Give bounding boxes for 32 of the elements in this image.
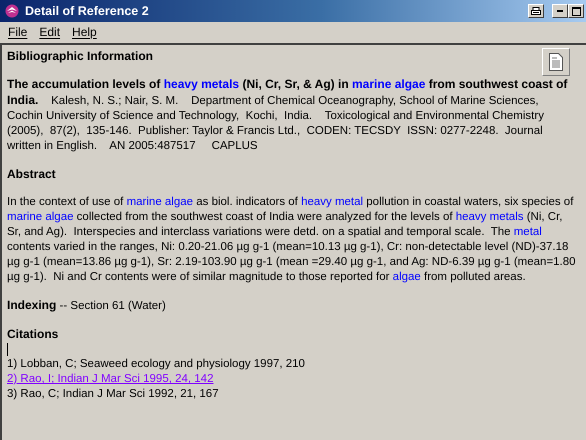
document-button[interactable]	[542, 48, 570, 76]
maximize-icon	[572, 6, 580, 16]
term-link[interactable]: marine algae	[126, 196, 194, 208]
menu-item[interactable]: Help	[66, 24, 103, 38]
term-link[interactable]: marine algae	[7, 211, 74, 223]
maximize-button[interactable]	[568, 4, 584, 18]
section-heading: Citations	[7, 327, 58, 342]
app-icon	[5, 4, 19, 18]
window-title: Detail of Reference 2	[25, 4, 150, 18]
citation-link[interactable]: 3) Rao, C; Indian J Mar Sci 1992, 21, 167	[7, 387, 219, 402]
citation-link[interactable]: 1) Lobban, C; Seaweed ecology and physiology 1997, 210	[7, 357, 305, 372]
print-button[interactable]	[528, 4, 544, 18]
reference-text: The accumulation levels of heavy metals (Ni, Cr, Sr, & Ag) in marine algae from southwest coast of India. Kalesh, N. S.; Nair, S. M. Department of Chemical Oceanography, School of Marine Sciences, Cochin University of Science and Technology, Kochi, India. Toxicological and Environmental Chemistry (2005), 87(2), 135-146. Publisher: Taylor & Francis Ltd., CODEN: TECSDY ISSN: 0277-2248. Journal written in English. AN 2005:487517 CAPLUS	[7, 77, 568, 154]
printer-icon	[531, 6, 541, 16]
term-link[interactable]: heavy metals	[456, 211, 524, 223]
term-link[interactable]: heavy metal	[301, 196, 364, 208]
minimize-icon	[557, 10, 563, 12]
term-link[interactable]: metal	[514, 226, 542, 238]
section-heading: Bibliographic Information	[7, 49, 153, 64]
menu-item[interactable]: File	[2, 24, 34, 38]
document-icon	[549, 53, 563, 71]
citation-link[interactable]: 2) Rao, I; Indian J Mar Sci 1995, 24, 142	[7, 372, 214, 387]
term-link[interactable]: algae	[392, 271, 421, 283]
section-heading: Abstract	[7, 167, 56, 182]
text-cursor	[7, 343, 8, 356]
section-heading: Indexing	[7, 298, 56, 312]
term-link[interactable]: marine algae	[352, 77, 426, 91]
menu-item[interactable]: Edit	[33, 24, 66, 38]
indexing-text: -- Section 61 (Water)	[58, 300, 166, 312]
minimize-button[interactable]	[552, 4, 568, 18]
abstract-text: In the context of use of marine algae as biol. indicators of heavy metal pollution in coastal waters, six species of marine algae collected from the southwest coast of India were analyzed for the levels of heavy metals (Ni, Cr, Sr, and Ag). Interspecies and interclass variations were detd. on a spatial and temporal scale. The metal contents varied in the ranges, Ni: 0.20-21.06 µg g-1 (mean=10.13 µg g-1), Cr: non-detectable level (ND)-37.18 µg g-1 (mean=13.86 µg g-1), Sr: 2.19-103.90 µg g-1 (mean =29.40 µg g-1, and Ag: ND-6.39 µg g-1 (mean=1.80 µg g-1). Ni and Cr contents were of similar magnitude to those reported for algae from polluted areas.	[7, 195, 577, 285]
term-link[interactable]: heavy metals	[164, 77, 240, 91]
